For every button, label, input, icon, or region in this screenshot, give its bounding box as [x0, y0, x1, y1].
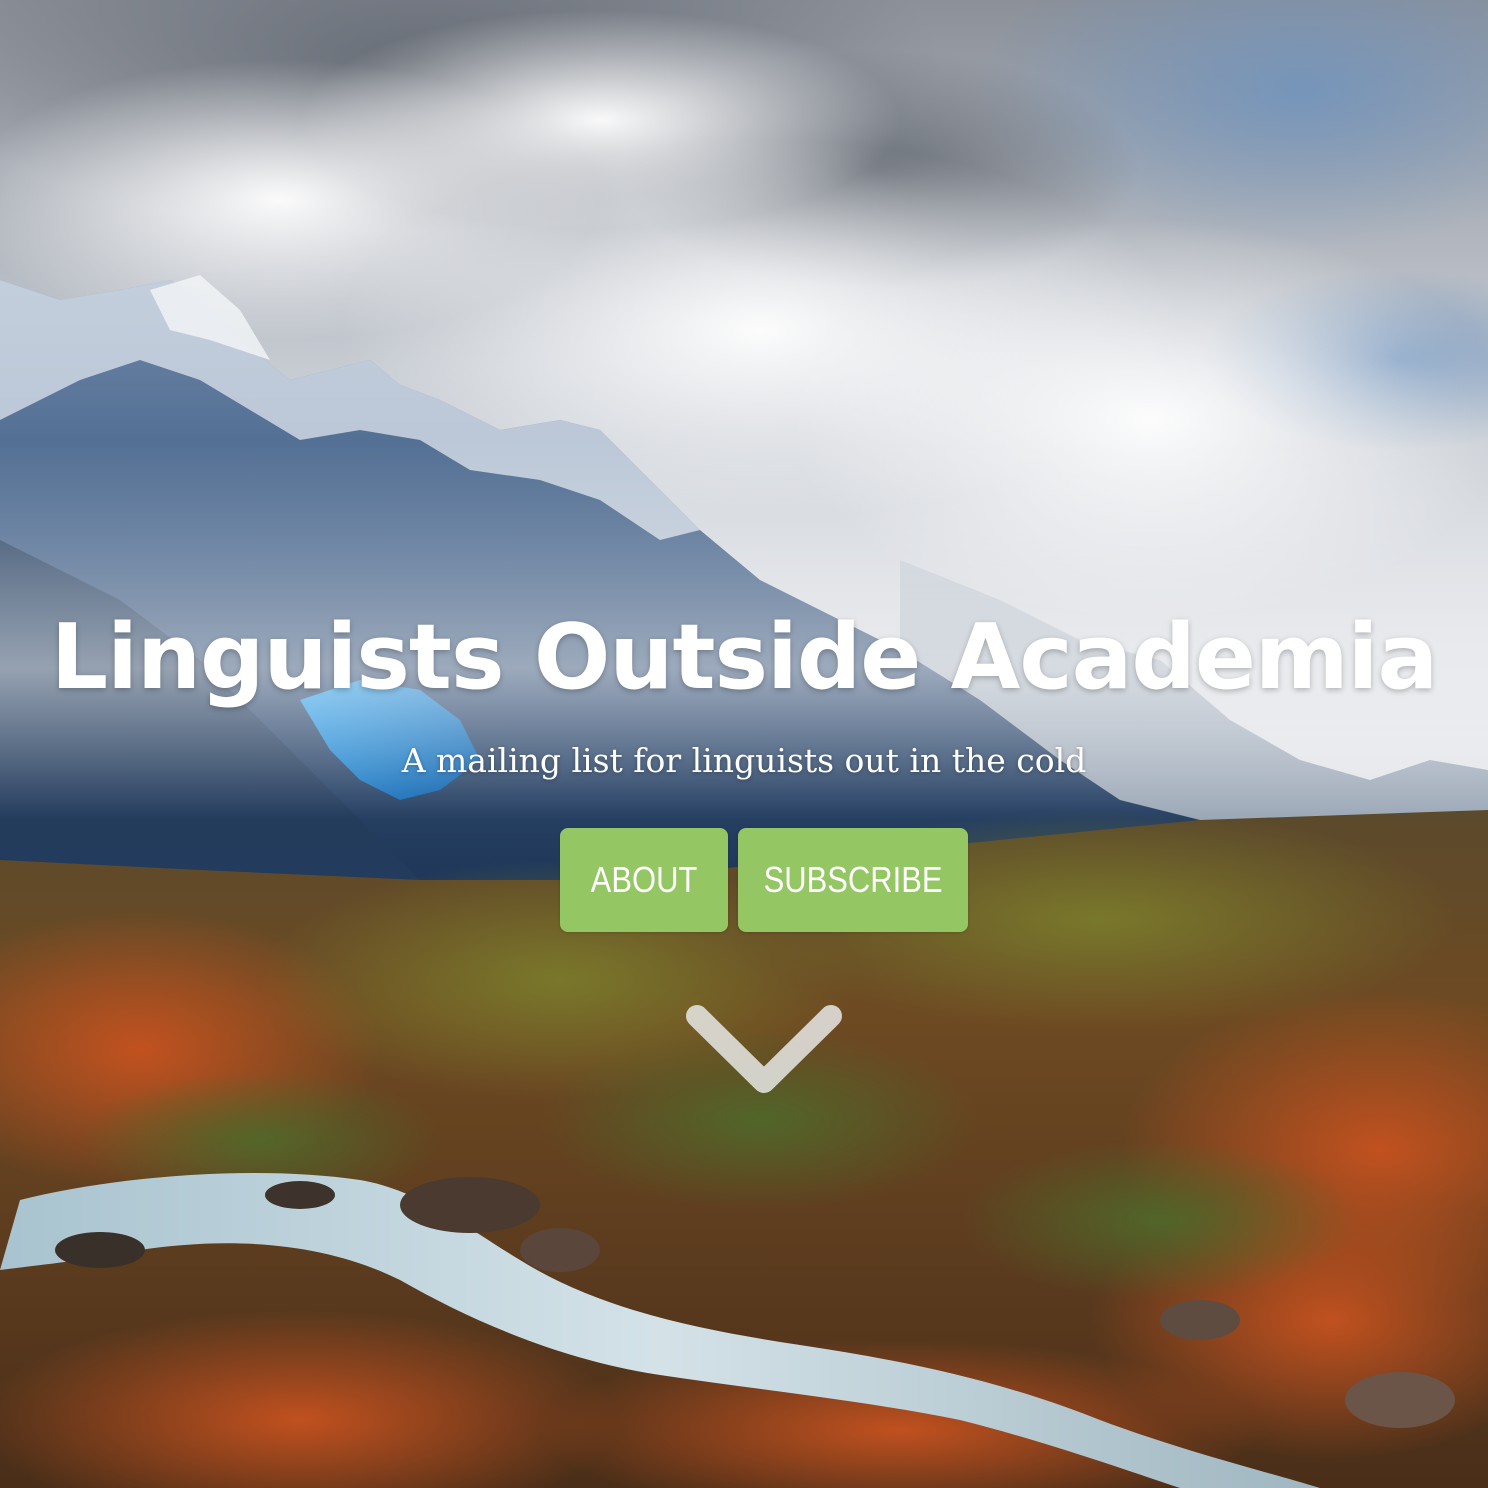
- hero-content: Linguists Outside Academia A mailing lis…: [0, 0, 1488, 1488]
- about-button-label: ABOUT: [590, 859, 698, 900]
- subscribe-button-label: SUBSCRIBE: [763, 859, 943, 900]
- subscribe-button[interactable]: SUBSCRIBE: [738, 828, 968, 932]
- site-title: Linguists Outside Academia: [50, 605, 1439, 710]
- about-button[interactable]: ABOUT: [560, 828, 728, 932]
- hero-section: Linguists Outside Academia A mailing lis…: [0, 0, 1488, 1488]
- site-subtitle: A mailing list for linguists out in the …: [401, 741, 1087, 780]
- chevron-down-icon[interactable]: [681, 1000, 847, 1106]
